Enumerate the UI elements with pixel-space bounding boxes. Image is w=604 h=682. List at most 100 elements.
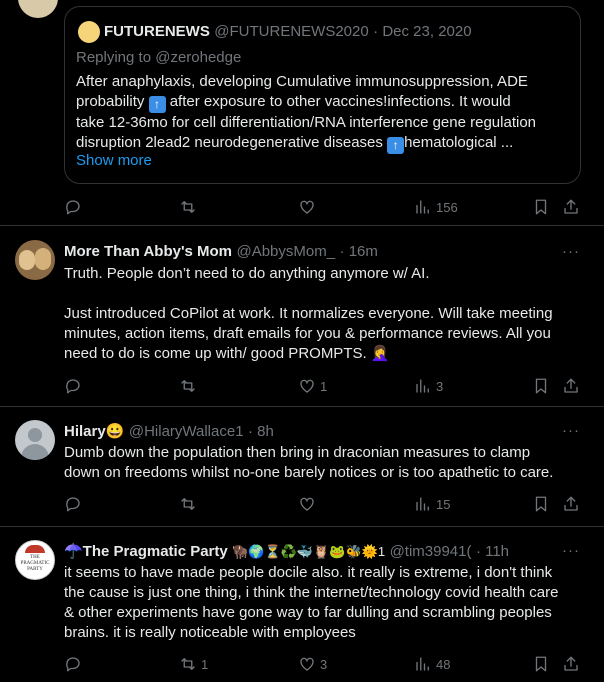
share-button[interactable] bbox=[562, 494, 580, 514]
avatar[interactable]: THE PRAGMATIC PARTY bbox=[15, 540, 55, 580]
views-icon bbox=[416, 497, 429, 511]
views-icon bbox=[416, 200, 429, 214]
like-button[interactable]: 1 bbox=[298, 376, 327, 396]
views-count: 156 bbox=[436, 199, 458, 215]
bookmark-icon bbox=[535, 656, 547, 672]
name-emojis: 🦬🌍⏳♻️🐳🦉🐸🐝🌞1 bbox=[232, 544, 386, 559]
tweet-text-line: it seems to have made people docile also… bbox=[64, 564, 553, 581]
tweet-text-line: brains. it is really noticeable with emp… bbox=[64, 624, 356, 641]
share-icon bbox=[564, 378, 578, 393]
quoted-date: · Dec 23, 2020 bbox=[373, 23, 472, 40]
author-handle[interactable]: @AbbysMom_ bbox=[236, 243, 335, 260]
reply-button[interactable] bbox=[64, 654, 82, 674]
quoted-avatar bbox=[78, 21, 100, 43]
replying-to: Replying to @zerohedge bbox=[76, 49, 242, 66]
more-options-icon[interactable]: ··· bbox=[562, 243, 580, 260]
heart-icon bbox=[300, 200, 314, 214]
retweets-count: 1 bbox=[201, 656, 209, 672]
share-button[interactable] bbox=[562, 197, 580, 217]
share-button[interactable] bbox=[562, 654, 580, 674]
more-options-icon[interactable]: ··· bbox=[562, 542, 580, 559]
views-button[interactable]: 156 bbox=[414, 197, 458, 217]
reply-icon bbox=[66, 497, 80, 512]
likes-count: 1 bbox=[320, 378, 328, 394]
likes-count: 3 bbox=[320, 656, 328, 672]
tweet-text-line: Truth. People don’t need to do anything … bbox=[64, 265, 430, 282]
reply-icon bbox=[66, 379, 80, 394]
author-name[interactable]: More Than Abby's Mom bbox=[64, 243, 232, 260]
share-icon bbox=[564, 656, 578, 671]
tweet-text: Truth. People don’t need to do anything … bbox=[64, 264, 553, 364]
reply-button[interactable] bbox=[64, 197, 82, 217]
share-button[interactable] bbox=[562, 376, 580, 396]
reply-icon bbox=[66, 200, 80, 215]
reply-icon bbox=[66, 657, 80, 672]
like-button[interactable] bbox=[298, 197, 316, 217]
retweet-button[interactable] bbox=[179, 197, 197, 217]
avatar[interactable] bbox=[15, 240, 55, 280]
tweet-text: it seems to have made people docile also… bbox=[64, 563, 558, 643]
tweet-text-line: Dumb down the population then bring in d… bbox=[64, 444, 531, 461]
heart-icon bbox=[300, 657, 314, 671]
like-button[interactable]: 3 bbox=[298, 654, 327, 674]
bookmark-icon bbox=[535, 378, 547, 394]
quoted-header: FUTURENEWS @FUTURENEWS2020 · Dec 23, 202… bbox=[104, 23, 472, 41]
views-count: 3 bbox=[436, 378, 444, 394]
quoted-text-line: probability ↑ after exposure to other va… bbox=[76, 93, 511, 113]
tweet-time[interactable]: · 11h bbox=[476, 543, 509, 560]
author-handle[interactable]: @tim39941( bbox=[390, 543, 472, 560]
tweet-time[interactable]: · 16m bbox=[340, 243, 378, 260]
tweet-text-line: the cause is just one thing, i think the… bbox=[64, 584, 559, 601]
author-name[interactable]: Hilary bbox=[64, 423, 106, 440]
heart-icon bbox=[300, 497, 314, 511]
share-icon bbox=[564, 199, 578, 214]
smile-emoji: 😀 bbox=[105, 423, 125, 440]
up-arrow-icon: ↑ bbox=[387, 137, 405, 154]
divider bbox=[0, 526, 604, 527]
views-button[interactable]: 15 bbox=[414, 494, 450, 514]
views-icon bbox=[416, 657, 429, 671]
retweet-button[interactable] bbox=[179, 376, 197, 396]
up-arrow-icon: ↑ bbox=[148, 96, 166, 113]
tweet-text-line: Just introduced CoPilot at work. It norm… bbox=[64, 305, 553, 322]
bookmark-button[interactable] bbox=[532, 376, 550, 396]
tweet-time[interactable]: · 8h bbox=[248, 423, 274, 440]
tweet-actions: 15 bbox=[64, 494, 584, 514]
quoted-text: After anaphylaxis, developing Cumulative… bbox=[76, 72, 536, 154]
author-handle[interactable]: @HilaryWallace1 bbox=[129, 423, 244, 440]
bookmark-button[interactable] bbox=[532, 654, 550, 674]
avatar[interactable] bbox=[15, 420, 55, 460]
retweet-button[interactable] bbox=[179, 494, 197, 514]
like-button[interactable] bbox=[298, 494, 316, 514]
tweet-text-line: need to do is come up with/ good PROMPTS… bbox=[64, 345, 390, 362]
tweet-text-line: down on freedoms whilst no-one barely no… bbox=[64, 464, 554, 481]
partial-avatar[interactable] bbox=[18, 0, 58, 18]
quoted-text-line: take 12-36mo for cell differentiation/RN… bbox=[76, 114, 536, 131]
share-icon bbox=[564, 496, 578, 511]
views-icon bbox=[416, 379, 429, 393]
reply-button[interactable] bbox=[64, 376, 82, 396]
reply-button[interactable] bbox=[64, 494, 82, 514]
show-more-link[interactable]: Show more bbox=[76, 152, 152, 169]
bookmark-icon bbox=[535, 199, 547, 215]
retweet-button[interactable]: 1 bbox=[179, 654, 208, 674]
bookmark-button[interactable] bbox=[532, 197, 550, 217]
tweet-text-line: & other experiments have gone way to far… bbox=[64, 604, 552, 621]
retweet-icon bbox=[181, 658, 195, 670]
divider bbox=[0, 225, 604, 226]
views-button[interactable]: 48 bbox=[414, 654, 450, 674]
tweet-actions: 156 bbox=[64, 197, 584, 217]
views-button[interactable]: 3 bbox=[414, 376, 443, 396]
quoted-text-line: disruption 2lead2 neurodegenerative dise… bbox=[76, 134, 514, 154]
avatar-text: THE PRAGMATIC PARTY bbox=[20, 555, 50, 572]
retweet-icon bbox=[181, 498, 195, 510]
more-options-icon[interactable]: ··· bbox=[562, 422, 580, 439]
tweet-header: ☂️The Pragmatic Party 🦬🌍⏳♻️🐳🦉🐸🐝🌞1 @tim39… bbox=[64, 542, 532, 561]
tweet-actions: 1 3 bbox=[64, 376, 584, 396]
tweet-header: More Than Abby's Mom @AbbysMom_ · 16m bbox=[64, 243, 378, 261]
bookmark-button[interactable] bbox=[532, 494, 550, 514]
retweet-icon bbox=[181, 380, 195, 392]
quoted-author-name: FUTURENEWS bbox=[104, 23, 210, 40]
tweet-header: Hilary😀 @HilaryWallace1 · 8h bbox=[64, 422, 274, 441]
author-name[interactable]: ☂️The Pragmatic Party bbox=[64, 543, 228, 560]
